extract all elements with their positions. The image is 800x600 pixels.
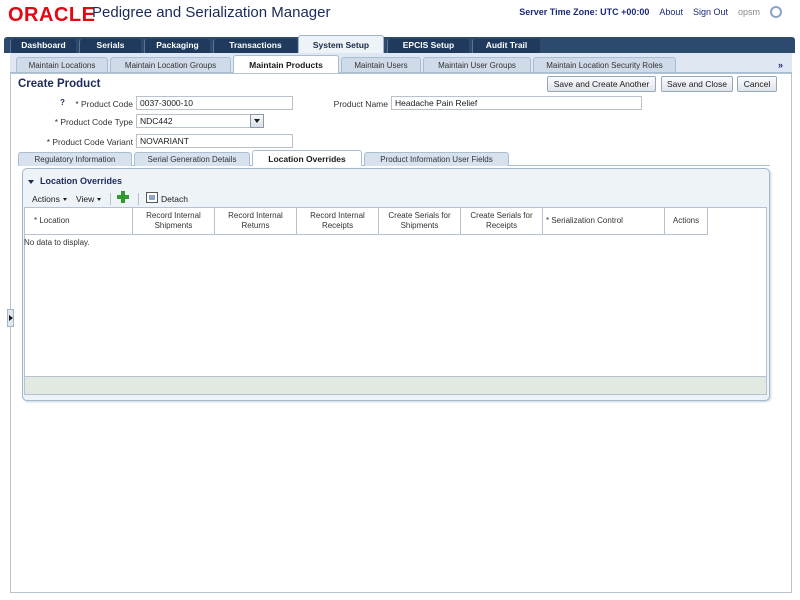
column-header-actions[interactable]: Actions — [665, 208, 708, 235]
product-code-type-select[interactable]: NDC442 — [136, 114, 251, 128]
column-header-create-serials-for-shipments[interactable]: Create Serials for Shipments — [379, 208, 461, 235]
page-title: Create Product — [18, 78, 101, 90]
server-time-zone: Server Time Zone: UTC +00:00 — [519, 7, 650, 17]
subtab-maintain-locations[interactable]: Maintain Locations — [16, 57, 108, 72]
column-header-create-serials-for-receipts[interactable]: Create Serials for Receipts — [461, 208, 543, 235]
save-and-close-button[interactable]: Save and Close — [661, 76, 733, 92]
save-and-create-another-button[interactable]: Save and Create Another — [547, 76, 656, 92]
product-code-type-label: * Product Code Type — [54, 117, 133, 127]
product-name-label: Product Name — [333, 99, 388, 109]
column-header-location[interactable]: * Location — [25, 208, 133, 235]
column-header-record-internal-shipments[interactable]: Record Internal Shipments — [133, 208, 215, 235]
subtab-maintain-products[interactable]: Maintain Products — [233, 55, 339, 73]
expand-panel-icon[interactable] — [7, 309, 14, 327]
dropdown-arrow-icon — [97, 198, 102, 202]
tab-audit-trail[interactable]: Audit Trail — [472, 39, 540, 53]
column-header-record-internal-returns[interactable]: Record Internal Returns — [215, 208, 297, 235]
subtab-maintain-users[interactable]: Maintain Users — [341, 57, 421, 72]
collapse-icon[interactable] — [28, 178, 36, 186]
app-header: ORACLE Pedigree and Serialization Manage… — [0, 0, 800, 30]
subtab-maintain-user-groups[interactable]: Maintain User Groups — [423, 57, 531, 72]
view-menu-label: View — [76, 194, 95, 204]
tab-dashboard[interactable]: Dashboard — [10, 39, 76, 53]
detach-icon[interactable] — [146, 192, 158, 203]
tab-product-information-user-fields[interactable]: Product Information User Fields — [364, 152, 509, 166]
tab-regulatory-information[interactable]: Regulatory Information — [18, 152, 132, 166]
tab-packaging[interactable]: Packaging — [144, 39, 210, 53]
subtab-maintain-location-security-roles[interactable]: Maintain Location Security Roles — [533, 57, 676, 72]
dropdown-arrow-icon — [62, 198, 67, 202]
tab-transactions[interactable]: Transactions — [213, 39, 297, 53]
product-code-variant-label: * Product Code Variant — [46, 137, 133, 147]
product-code-variant-input[interactable]: NOVARIANT — [136, 134, 293, 148]
tab-epcis-setup[interactable]: EPCIS Setup — [387, 39, 469, 53]
app-title: Pedigree and Serialization Manager — [92, 4, 331, 21]
status-ring-icon — [770, 6, 782, 18]
column-header-serialization-control[interactable]: * Serialization Control — [543, 208, 665, 235]
tab-location-overrides[interactable]: Location Overrides — [252, 150, 362, 166]
location-overrides-title: Location Overrides — [40, 176, 123, 186]
tab-system-setup[interactable]: System Setup — [298, 35, 384, 53]
actions-menu-label: Actions — [32, 194, 60, 204]
table-footer — [24, 377, 767, 395]
actions-menu[interactable]: Actions — [32, 194, 67, 204]
column-header-record-internal-receipts[interactable]: Record Internal Receipts — [297, 208, 379, 235]
sign-out-link[interactable]: Sign Out — [693, 7, 728, 17]
toolbar-divider — [138, 193, 139, 205]
empty-table-message: No data to display. — [24, 238, 90, 247]
add-icon[interactable] — [117, 191, 129, 203]
tab-serial-generation-details[interactable]: Serial Generation Details — [134, 152, 250, 166]
tab-serials[interactable]: Serials — [79, 39, 141, 53]
header-links: Server Time Zone: UTC +00:00 About Sign … — [519, 6, 782, 18]
toolbar-divider — [110, 193, 111, 205]
chevron-down-icon[interactable] — [250, 114, 264, 128]
cancel-button[interactable]: Cancel — [737, 76, 777, 92]
product-name-input[interactable]: Headache Pain Relief — [391, 96, 642, 110]
detach-button[interactable]: Detach — [161, 194, 188, 204]
about-link[interactable]: About — [659, 7, 683, 17]
product-code-input[interactable]: 0037-3000-10 — [136, 96, 293, 110]
view-menu[interactable]: View — [76, 194, 102, 204]
product-code-label: * Product Code — [75, 99, 133, 109]
tabs-overflow-button[interactable]: » — [778, 60, 783, 70]
user-name: opsm — [737, 7, 760, 17]
subtab-maintain-location-groups[interactable]: Maintain Location Groups — [110, 57, 231, 72]
oracle-logo: ORACLE — [8, 4, 96, 26]
